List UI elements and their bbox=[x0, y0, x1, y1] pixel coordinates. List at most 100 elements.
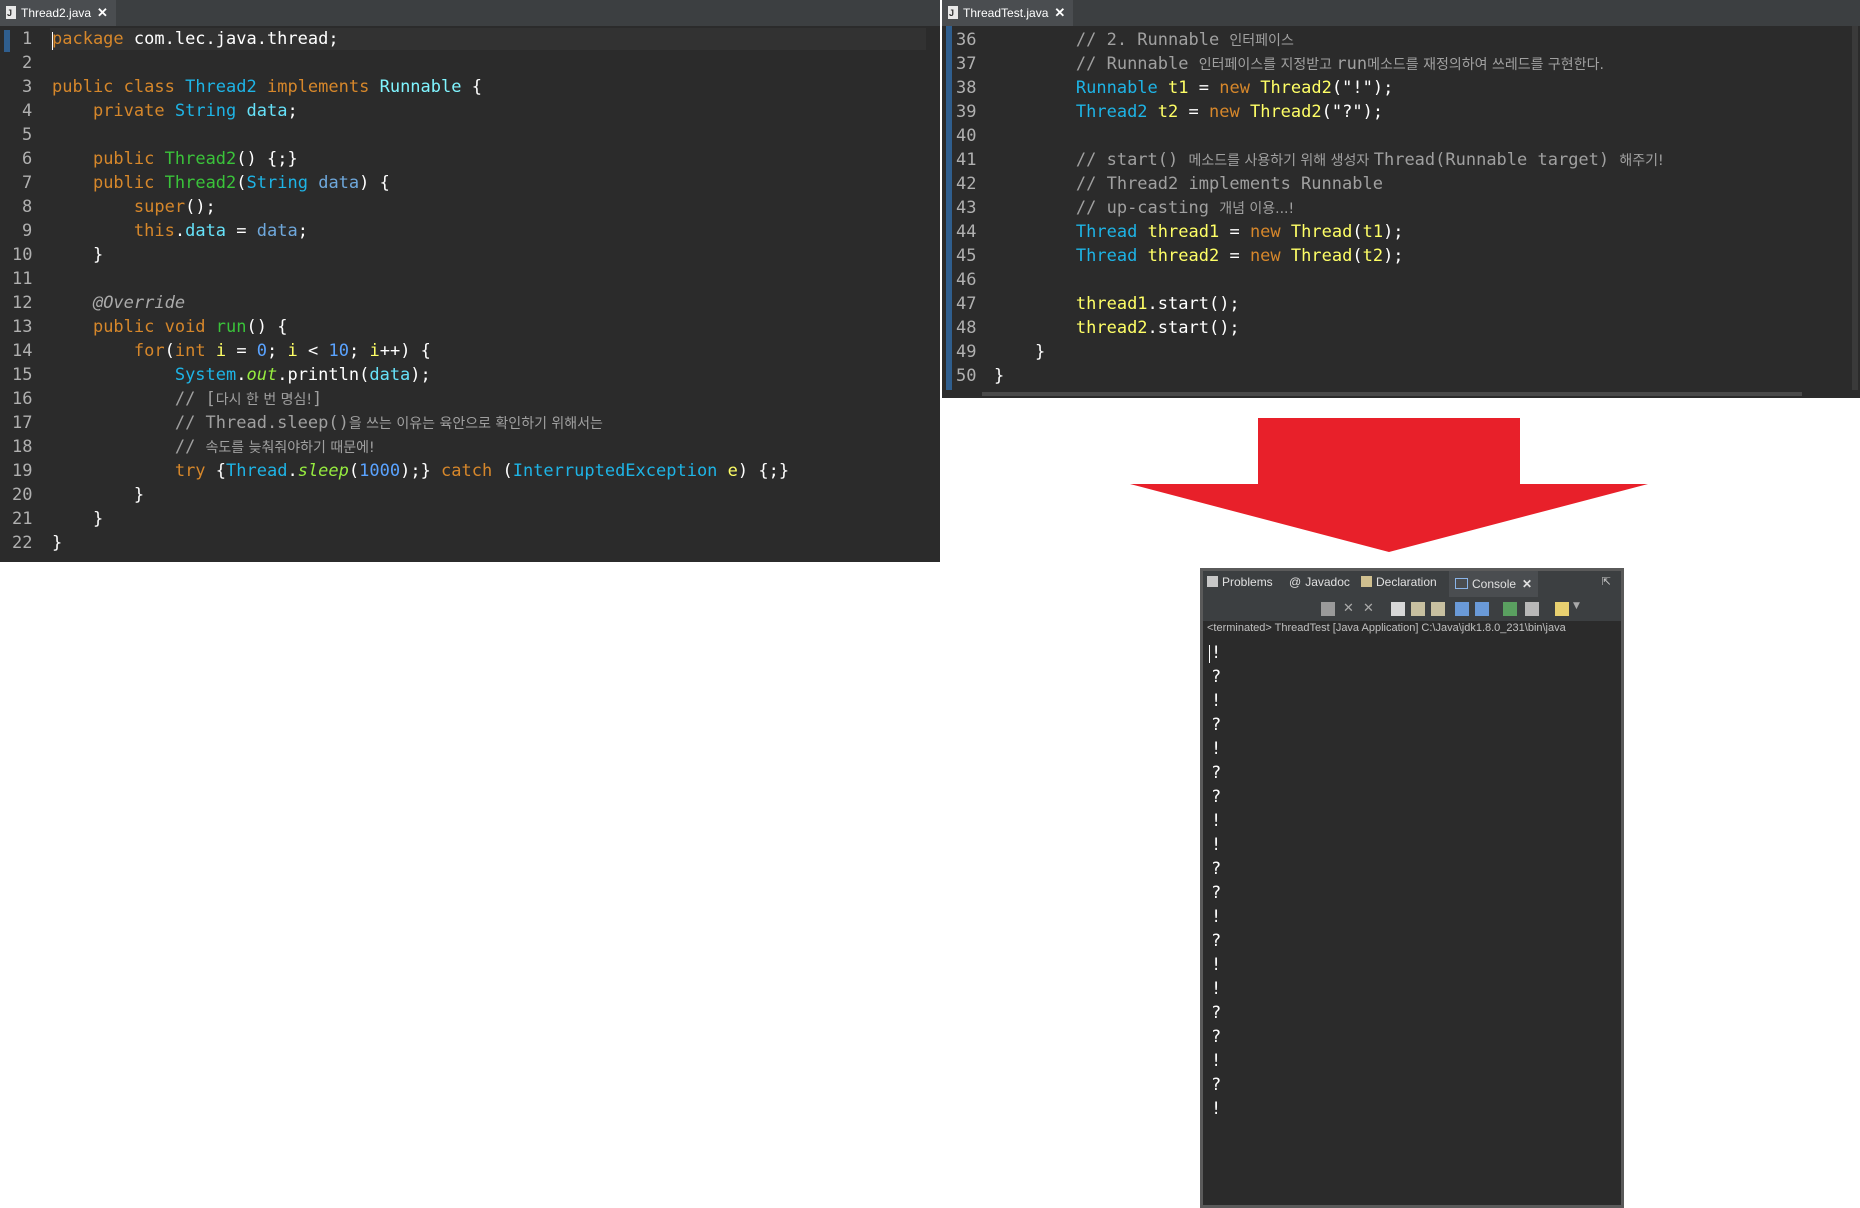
code-line: super(); bbox=[133, 197, 216, 217]
code-line: // 2. Runnable 인터페이스 bbox=[1075, 30, 1294, 50]
line-number: 36 bbox=[956, 30, 977, 50]
line-number: 13 bbox=[12, 317, 33, 337]
console-output-line: ? bbox=[1211, 931, 1222, 951]
word-wrap-icon[interactable] bbox=[1431, 602, 1445, 616]
line-number: 18 bbox=[12, 437, 33, 457]
open-console-icon[interactable] bbox=[1555, 602, 1569, 616]
line-number: 16 bbox=[12, 389, 33, 409]
console-output-line: ? bbox=[1211, 787, 1222, 807]
code-line: Thread thread2 = new Thread(t2); bbox=[1075, 246, 1404, 266]
scroll-lock-icon[interactable] bbox=[1411, 602, 1425, 616]
console-output-line: ! bbox=[1211, 739, 1222, 759]
code-line: // Runnable 인터페이스를 지정받고 run메소드를 재정의하여 쓰레… bbox=[1075, 54, 1604, 74]
line-number: 49 bbox=[956, 342, 977, 362]
line-number: 20 bbox=[12, 485, 33, 505]
console-output-line: ? bbox=[1211, 1003, 1222, 1023]
editor-threadtest: ThreadTest.java✕ 36 37 38 39 40 41 42 43 44 45 46 4… bbox=[942, 0, 1860, 398]
console-output-line: ! bbox=[1211, 955, 1222, 975]
line-number: 8 bbox=[22, 197, 33, 217]
code-area[interactable]: 1 2 3 4 5 6 7 8 9 10 11 12 13 14 15 16 17 18 19 20 21 22 pack… bbox=[0, 26, 940, 562]
declaration-icon bbox=[1361, 576, 1372, 587]
close-icon[interactable]: ✕ bbox=[1054, 5, 1065, 20]
line-number: 12 bbox=[12, 293, 33, 313]
chevron-down-icon[interactable]: ▼ bbox=[1573, 601, 1580, 611]
tab-problems[interactable]: Problems bbox=[1207, 575, 1273, 589]
code-line: System.out.println(data); bbox=[174, 365, 431, 385]
tab-console[interactable]: Console ✕ bbox=[1449, 571, 1539, 597]
remove-launch-icon[interactable]: ✕ bbox=[1343, 602, 1357, 616]
console-output-line: ? bbox=[1211, 763, 1222, 783]
console-view: Problems @ Javadoc Declaration Console ✕ ⇱… bbox=[1200, 568, 1624, 1208]
pin-console-icon[interactable] bbox=[1503, 602, 1517, 616]
line-number: 21 bbox=[12, 509, 33, 529]
console-output-line: ? bbox=[1211, 715, 1222, 735]
code-line: @Override bbox=[92, 293, 186, 313]
problems-icon bbox=[1207, 576, 1218, 587]
code-line: Thread thread1 = new Thread(t1); bbox=[1075, 222, 1404, 242]
java-file-icon bbox=[948, 0, 958, 26]
line-number: 11 bbox=[12, 269, 33, 289]
line-number: 2 bbox=[22, 53, 33, 73]
tab-thread2-java[interactable]: Thread2.java✕ bbox=[0, 0, 116, 26]
line-number: 50 bbox=[956, 366, 977, 386]
java-file-icon bbox=[6, 0, 16, 26]
cursor bbox=[52, 32, 53, 50]
line-number: 1 bbox=[22, 29, 33, 49]
code-line: Thread2 t2 = new Thread2("?"); bbox=[1075, 102, 1384, 122]
line-number: 47 bbox=[956, 294, 977, 314]
code-line: // Thread.sleep()을 쓰는 이유는 육안으로 확인하기 위해서는 bbox=[174, 413, 603, 433]
line-number: 3 bbox=[22, 77, 33, 97]
vertical-scrollbar[interactable] bbox=[1852, 26, 1858, 390]
line-number: 15 bbox=[12, 365, 33, 385]
console-output-line: ! bbox=[1211, 1099, 1222, 1119]
line-number: 17 bbox=[12, 413, 33, 433]
console-output-line: ? bbox=[1211, 1027, 1222, 1047]
show-on-error-icon[interactable] bbox=[1475, 602, 1489, 616]
tab-declaration[interactable]: Declaration bbox=[1361, 575, 1437, 589]
editor-tabbar: Thread2.java✕ bbox=[0, 0, 940, 26]
horizontal-scrollbar[interactable] bbox=[982, 392, 1802, 396]
code-area[interactable]: 36 37 38 39 40 41 42 43 44 45 46 47 48 49 50 // 2. Run… bbox=[942, 26, 1860, 398]
line-number: 4 bbox=[22, 101, 33, 121]
console-output-line: ! bbox=[1211, 1051, 1222, 1071]
at-icon: @ bbox=[1289, 575, 1302, 589]
clear-console-icon[interactable] bbox=[1391, 602, 1405, 616]
display-console-icon[interactable] bbox=[1525, 602, 1539, 616]
console-output-line: ? bbox=[1211, 859, 1222, 879]
code-line: this.data = data; bbox=[133, 221, 308, 241]
line-number: 22 bbox=[12, 533, 33, 553]
tab-javadoc[interactable]: @ Javadoc bbox=[1289, 575, 1350, 589]
code-line: package com.lec.java.thread; bbox=[52, 29, 339, 49]
code-line: // Thread2 implements Runnable bbox=[1075, 174, 1383, 194]
console-toolbar: ✕ ✕ ▼ bbox=[1203, 597, 1621, 621]
line-number: 9 bbox=[22, 221, 33, 241]
code-line: try {Thread.sleep(1000);} catch (Interru… bbox=[174, 461, 790, 481]
line-number: 14 bbox=[12, 341, 33, 361]
show-on-output-icon[interactable] bbox=[1455, 602, 1469, 616]
line-number: 42 bbox=[956, 174, 977, 194]
terminate-icon[interactable] bbox=[1321, 602, 1335, 616]
line-number: 7 bbox=[22, 173, 33, 193]
console-output-line: ? bbox=[1211, 883, 1222, 903]
editor-thread2: Thread2.java✕ 12345678910111213141516171… bbox=[0, 0, 940, 562]
line-number: 45 bbox=[956, 246, 977, 266]
code-line: } bbox=[994, 366, 1005, 386]
console-output-line: ! bbox=[1211, 643, 1222, 663]
line-number: 43 bbox=[956, 198, 977, 218]
line-number: 40 bbox=[956, 126, 977, 146]
remove-all-icon[interactable]: ✕ bbox=[1363, 602, 1377, 616]
close-icon[interactable]: ✕ bbox=[97, 5, 108, 20]
minimize-icon[interactable]: ⇱ bbox=[1602, 575, 1611, 588]
line-number: 38 bbox=[956, 78, 977, 98]
close-icon[interactable]: ✕ bbox=[1522, 577, 1532, 591]
line-number: 41 bbox=[956, 150, 977, 170]
tab-threadtest-java[interactable]: ThreadTest.java✕ bbox=[942, 0, 1074, 26]
code-line: } bbox=[52, 485, 145, 505]
console-output-line: ! bbox=[1211, 835, 1222, 855]
code-line: Runnable t1 = new Thread2("!"); bbox=[1075, 78, 1394, 98]
line-number: 5 bbox=[22, 125, 33, 145]
line-number: 48 bbox=[956, 318, 977, 338]
code-line: private String data; bbox=[92, 101, 298, 121]
code-line: public class Thread2 implements Runnable… bbox=[52, 77, 482, 97]
code-line: } bbox=[52, 245, 104, 265]
